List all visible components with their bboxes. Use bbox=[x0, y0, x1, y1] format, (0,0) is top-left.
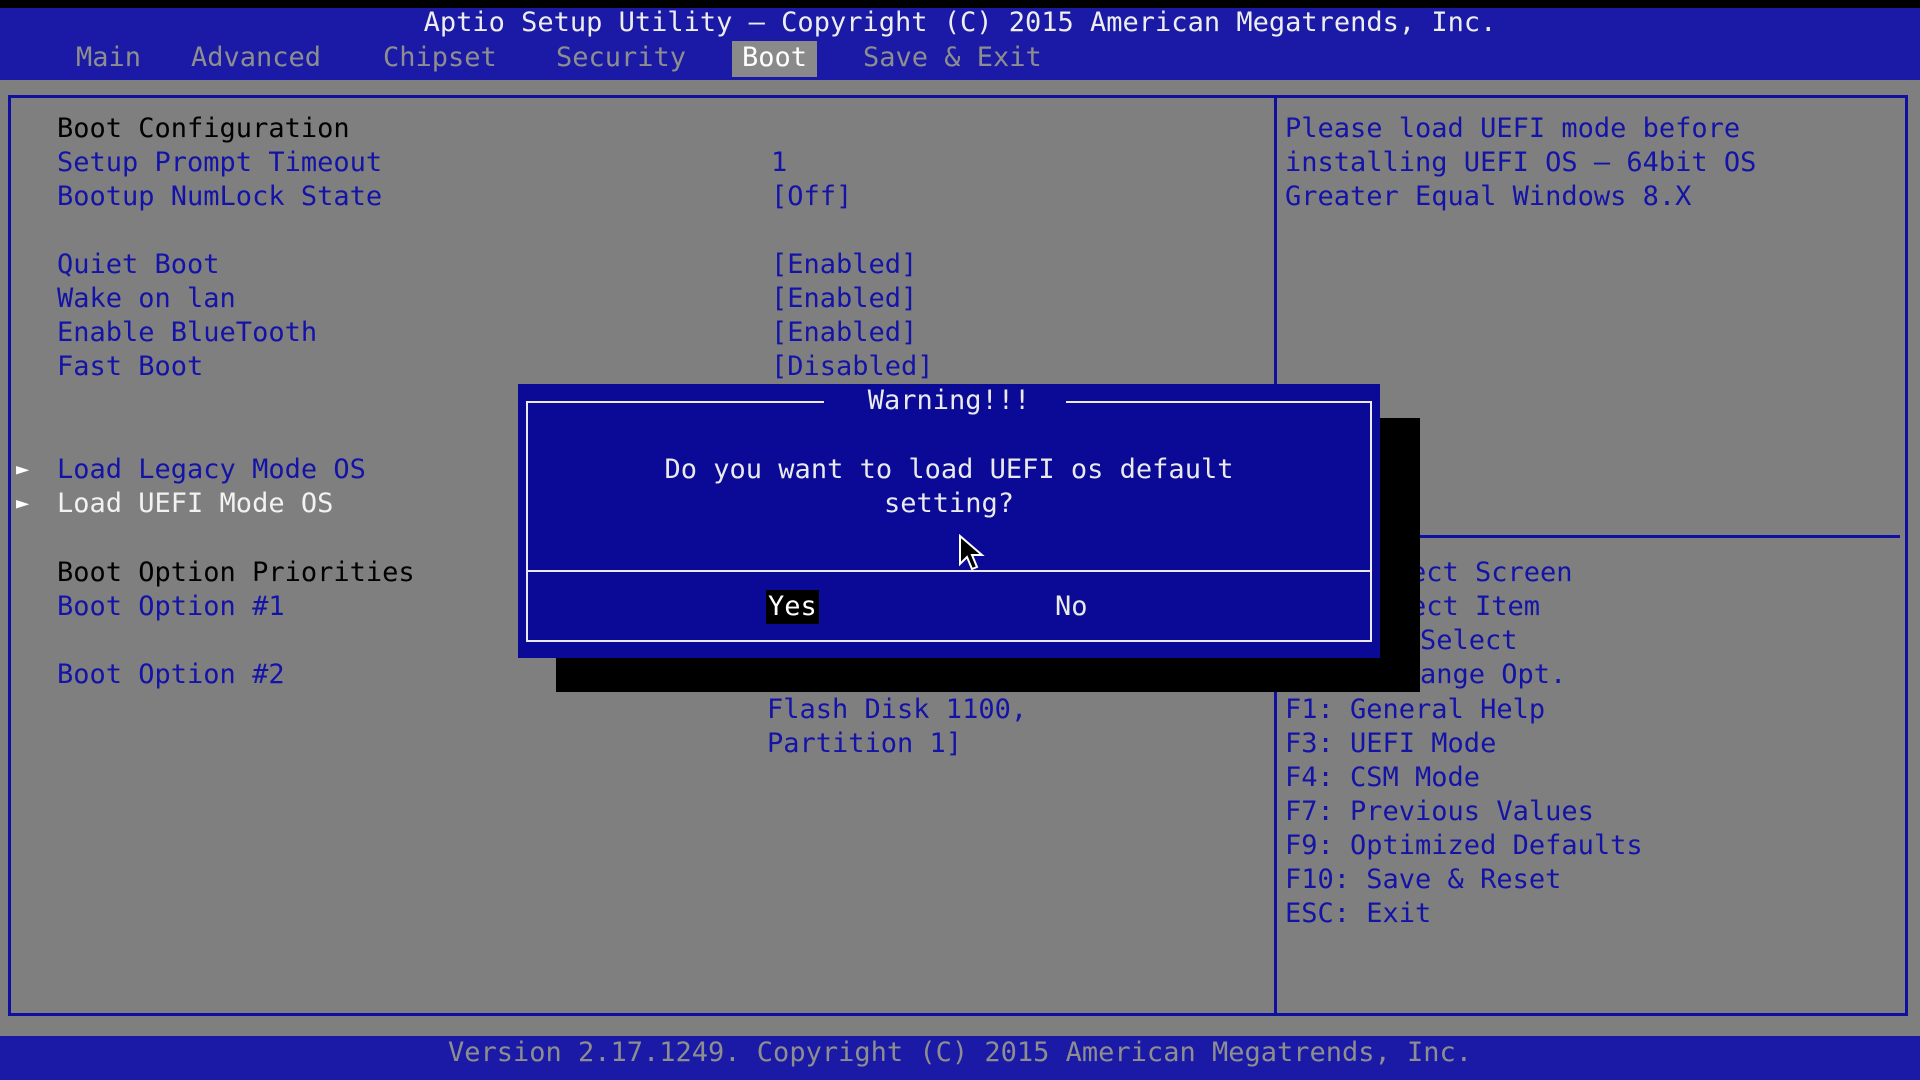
submenu-arrow-icon: ► bbox=[16, 491, 30, 516]
footer-version: Version 2.17.1249. Copyright (C) 2015 Am… bbox=[447, 1037, 1473, 1068]
help-key-f3: F3: UEFI Mode bbox=[1285, 728, 1497, 759]
help-key-f7: F7: Previous Values bbox=[1285, 796, 1594, 827]
dialog-separator bbox=[528, 570, 1370, 572]
dialog-no-button[interactable]: No bbox=[1055, 590, 1088, 624]
warning-dialog: Warning!!! Do you want to load UEFI os d… bbox=[518, 384, 1380, 658]
tab-main[interactable]: Main bbox=[76, 41, 141, 77]
help-description-line: Please load UEFI mode before bbox=[1285, 113, 1741, 144]
submenu-arrow-icon: ► bbox=[16, 457, 30, 482]
value-boot-option-2-line2[interactable]: Partition 1] bbox=[767, 727, 962, 761]
help-key-enter-select: Select bbox=[1420, 625, 1518, 656]
value-fast-boot[interactable]: [Disabled] bbox=[771, 350, 934, 384]
dialog-message-line: Do you want to load UEFI os default bbox=[664, 454, 1234, 485]
help-key-f1: F1: General Help bbox=[1285, 694, 1546, 725]
submenu-load-legacy-mode-os[interactable]: Load Legacy Mode OS bbox=[57, 453, 366, 487]
help-description-line: installing UEFI OS – 64bit OS bbox=[1285, 147, 1757, 178]
tab-boot[interactable]: Boot bbox=[732, 41, 818, 77]
setting-wake-on-lan[interactable]: Wake on lan bbox=[57, 282, 236, 316]
section-boot-configuration: Boot Configuration bbox=[57, 113, 350, 144]
help-key-f4: F4: CSM Mode bbox=[1285, 762, 1481, 793]
value-wake-on-lan[interactable]: [Enabled] bbox=[771, 282, 917, 316]
help-divider bbox=[1400, 535, 1900, 538]
value-boot-option-2-line1[interactable]: Flash Disk 1100, bbox=[767, 693, 1027, 727]
mouse-cursor-icon bbox=[959, 534, 985, 571]
dialog-border bbox=[526, 401, 1372, 642]
help-description-line: Greater Equal Windows 8.X bbox=[1285, 181, 1692, 212]
tab-chipset[interactable]: Chipset bbox=[383, 41, 497, 77]
setting-enable-bluetooth[interactable]: Enable BlueTooth bbox=[57, 316, 317, 350]
help-key-f10: F10: Save & Reset bbox=[1285, 864, 1562, 895]
value-quiet-boot[interactable]: [Enabled] bbox=[771, 248, 917, 282]
dialog-title: Warning!!! bbox=[867, 385, 1031, 416]
dialog-yes-button[interactable]: Yes bbox=[766, 590, 819, 624]
setting-setup-prompt-timeout[interactable]: Setup Prompt Timeout bbox=[57, 146, 382, 180]
value-enable-bluetooth[interactable]: [Enabled] bbox=[771, 316, 917, 350]
help-key-select-screen: ect Screen bbox=[1410, 557, 1573, 588]
value-setup-prompt-timeout[interactable]: 1 bbox=[771, 146, 787, 180]
setting-boot-option-2[interactable]: Boot Option #2 bbox=[57, 658, 285, 692]
help-key-esc: ESC: Exit bbox=[1285, 898, 1432, 929]
section-boot-option-priorities: Boot Option Priorities bbox=[57, 557, 415, 588]
tab-save-exit[interactable]: Save & Exit bbox=[863, 41, 1042, 77]
setting-quiet-boot[interactable]: Quiet Boot bbox=[57, 248, 220, 282]
value-bootup-numlock-state[interactable]: [Off] bbox=[771, 180, 852, 214]
dialog-message-line: setting? bbox=[883, 488, 1015, 519]
setting-bootup-numlock-state[interactable]: Bootup NumLock State bbox=[57, 180, 382, 214]
submenu-load-uefi-mode-os[interactable]: Load UEFI Mode OS bbox=[57, 487, 333, 521]
setting-boot-option-1[interactable]: Boot Option #1 bbox=[57, 590, 285, 624]
tab-security[interactable]: Security bbox=[556, 41, 686, 77]
help-key-f9: F9: Optimized Defaults bbox=[1285, 830, 1643, 861]
tab-advanced[interactable]: Advanced bbox=[191, 41, 321, 77]
setting-fast-boot[interactable]: Fast Boot bbox=[57, 350, 203, 384]
bios-title: Aptio Setup Utility – Copyright (C) 2015… bbox=[423, 7, 1497, 38]
help-key-select-item: ect Item bbox=[1410, 591, 1541, 622]
help-key-change-opt: ange Opt. bbox=[1420, 659, 1567, 690]
